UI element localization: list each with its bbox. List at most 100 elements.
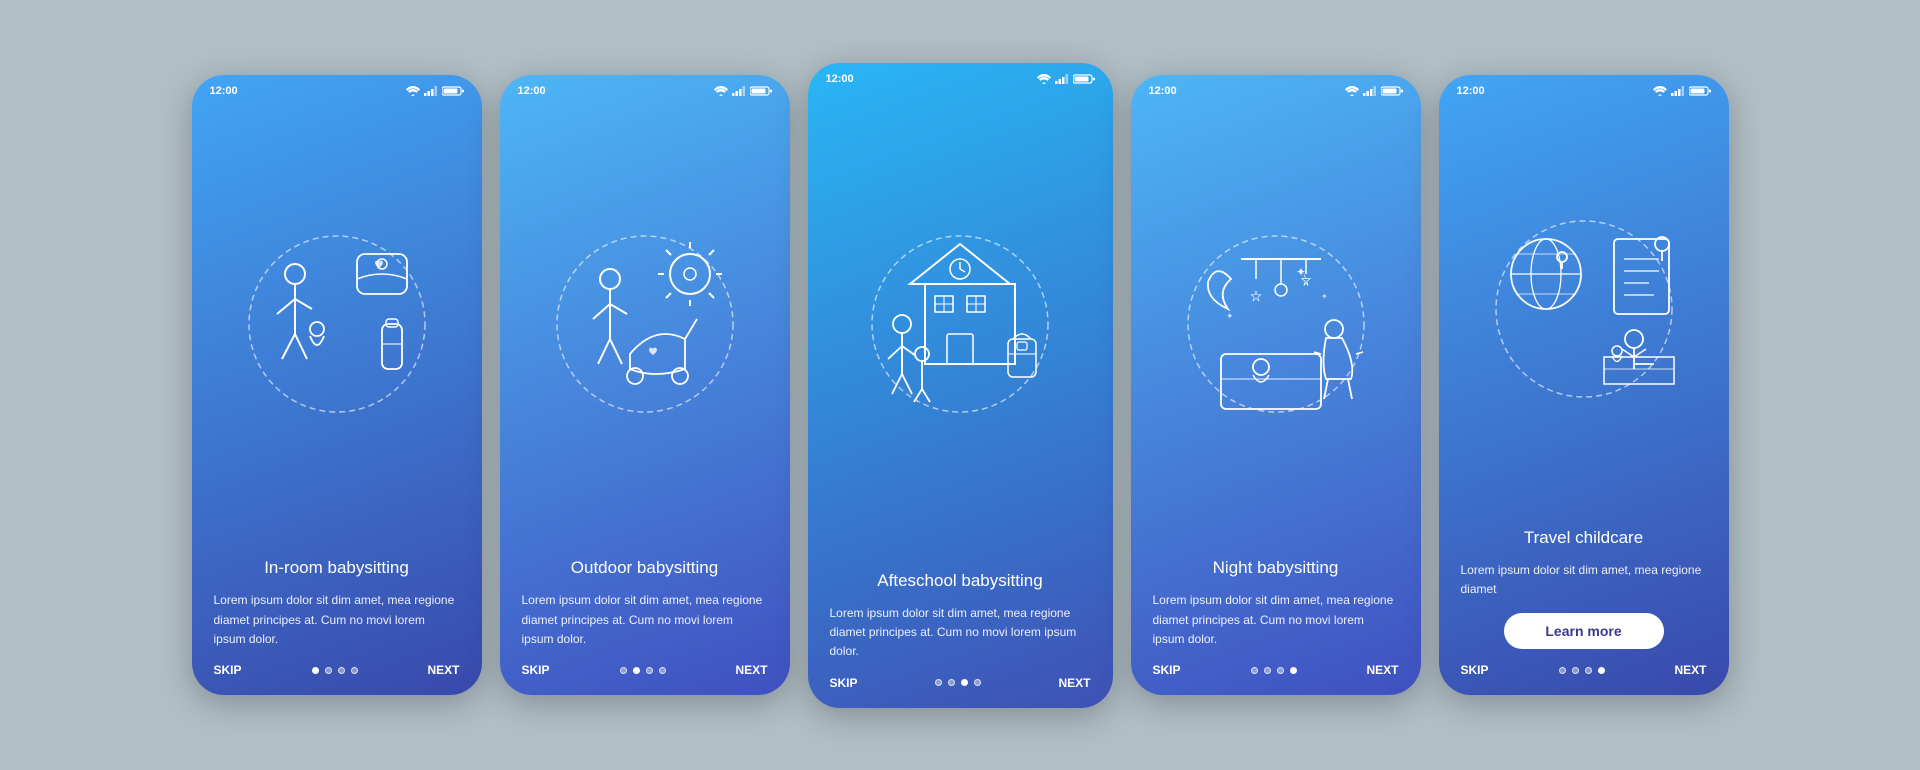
phone-4: 12:00 — [1131, 75, 1421, 695]
signal-icon-4 — [1363, 86, 1377, 96]
status-bar-1: 12:00 — [192, 75, 482, 101]
dot-3-1 — [935, 679, 942, 686]
phone-content-2: Outdoor babysitting Lorem ipsum dolor si… — [500, 557, 790, 649]
learn-more-button[interactable]: Learn more — [1504, 613, 1664, 649]
wifi-icon-4 — [1345, 86, 1359, 96]
skip-button-4[interactable]: SKIP — [1153, 663, 1181, 677]
phone-description-1: Lorem ipsum dolor sit dim amet, mea regi… — [214, 591, 460, 649]
babysitting-icon-1 — [227, 224, 447, 434]
dot-1-2 — [325, 667, 332, 674]
babysitting-icon-4: ✦ ✦ ✦ — [1166, 224, 1386, 434]
next-button-1[interactable]: NEXT — [427, 663, 459, 677]
skip-button-5[interactable]: SKIP — [1461, 663, 1489, 677]
dot-1-4 — [351, 667, 358, 674]
status-icons-3 — [1037, 74, 1095, 84]
time-2: 12:00 — [518, 85, 546, 97]
status-bar-4: 12:00 — [1131, 75, 1421, 101]
dot-4-2 — [1264, 667, 1271, 674]
wifi-icon-3 — [1037, 74, 1051, 84]
status-icons-2 — [714, 86, 772, 96]
phone-nav-4: SKIP NEXT — [1131, 649, 1421, 695]
next-button-5[interactable]: NEXT — [1674, 663, 1706, 677]
dot-5-3 — [1585, 667, 1592, 674]
phone-nav-5: SKIP NEXT — [1439, 649, 1729, 695]
wifi-icon-5 — [1653, 86, 1667, 96]
phone-description-4: Lorem ipsum dolor sit dim amet, mea regi… — [1153, 591, 1399, 649]
icon-area-5 — [1439, 101, 1729, 527]
dot-4-1 — [1251, 667, 1258, 674]
status-bar-5: 12:00 — [1439, 75, 1729, 101]
phone-title-3: Afteschool babysitting — [830, 570, 1091, 592]
babysitting-icon-3 — [850, 224, 1070, 434]
phone-description-5: Lorem ipsum dolor sit dim amet, mea regi… — [1461, 561, 1707, 599]
phone-2: 12:00 — [500, 75, 790, 695]
dot-1-1 — [312, 667, 319, 674]
babysitting-icon-2 — [535, 224, 755, 434]
phone-title-1: In-room babysitting — [214, 557, 460, 579]
phone-content-1: In-room babysitting Lorem ipsum dolor si… — [192, 557, 482, 649]
next-button-4[interactable]: NEXT — [1366, 663, 1398, 677]
battery-icon — [442, 86, 464, 96]
battery-icon-4 — [1381, 86, 1403, 96]
next-button-3[interactable]: NEXT — [1058, 676, 1090, 690]
battery-icon-2 — [750, 86, 772, 96]
dots-2 — [620, 667, 666, 674]
svg-text:✦: ✦ — [1321, 292, 1328, 301]
dots-5 — [1559, 667, 1605, 674]
phone-1: 12:00 — [192, 75, 482, 695]
battery-icon-5 — [1689, 86, 1711, 96]
phone-3: 12:00 — [808, 63, 1113, 708]
icon-area-2 — [500, 101, 790, 557]
phone-title-5: Travel childcare — [1461, 527, 1707, 549]
dot-5-2 — [1572, 667, 1579, 674]
skip-button-2[interactable]: SKIP — [522, 663, 550, 677]
status-bar-2: 12:00 — [500, 75, 790, 101]
dot-3-3 — [961, 679, 968, 686]
skip-button-3[interactable]: SKIP — [830, 676, 858, 690]
time-1: 12:00 — [210, 85, 238, 97]
signal-icon — [424, 86, 438, 96]
babysitting-icon-5 — [1474, 209, 1694, 419]
status-icons-5 — [1653, 86, 1711, 96]
signal-icon-2 — [732, 86, 746, 96]
phone-content-4: Night babysitting Lorem ipsum dolor sit … — [1131, 557, 1421, 649]
time-3: 12:00 — [826, 73, 854, 85]
status-icons-4 — [1345, 86, 1403, 96]
phone-description-3: Lorem ipsum dolor sit dim amet, mea regi… — [830, 604, 1091, 662]
dots-1 — [312, 667, 358, 674]
dot-5-1 — [1559, 667, 1566, 674]
phone-5: 12:00 — [1439, 75, 1729, 695]
signal-icon-5 — [1671, 86, 1685, 96]
icon-area-1 — [192, 101, 482, 557]
signal-icon-3 — [1055, 74, 1069, 84]
phone-nav-2: SKIP NEXT — [500, 649, 790, 695]
phone-nav-1: SKIP NEXT — [192, 649, 482, 695]
dot-2-4 — [659, 667, 666, 674]
phone-description-2: Lorem ipsum dolor sit dim amet, mea regi… — [522, 591, 768, 649]
dots-3 — [935, 679, 981, 686]
dots-4 — [1251, 667, 1297, 674]
dot-2-1 — [620, 667, 627, 674]
phone-title-2: Outdoor babysitting — [522, 557, 768, 579]
dot-2-3 — [646, 667, 653, 674]
dot-3-2 — [948, 679, 955, 686]
phone-content-3: Afteschool babysitting Lorem ipsum dolor… — [808, 570, 1113, 662]
wifi-icon — [406, 86, 420, 96]
phone-title-4: Night babysitting — [1153, 557, 1399, 579]
battery-icon-3 — [1073, 74, 1095, 84]
skip-button-1[interactable]: SKIP — [214, 663, 242, 677]
dot-1-3 — [338, 667, 345, 674]
svg-text:✦: ✦ — [1296, 265, 1306, 279]
dot-5-4 — [1598, 667, 1605, 674]
phone-nav-3: SKIP NEXT — [808, 662, 1113, 708]
dot-4-4 — [1290, 667, 1297, 674]
icon-area-3 — [808, 89, 1113, 570]
time-5: 12:00 — [1457, 85, 1485, 97]
phones-container: 12:00 — [192, 63, 1729, 708]
status-icons-1 — [406, 86, 464, 96]
dot-2-2 — [633, 667, 640, 674]
time-4: 12:00 — [1149, 85, 1177, 97]
phone-content-5: Travel childcare Lorem ipsum dolor sit d… — [1439, 527, 1729, 649]
wifi-icon-2 — [714, 86, 728, 96]
next-button-2[interactable]: NEXT — [735, 663, 767, 677]
